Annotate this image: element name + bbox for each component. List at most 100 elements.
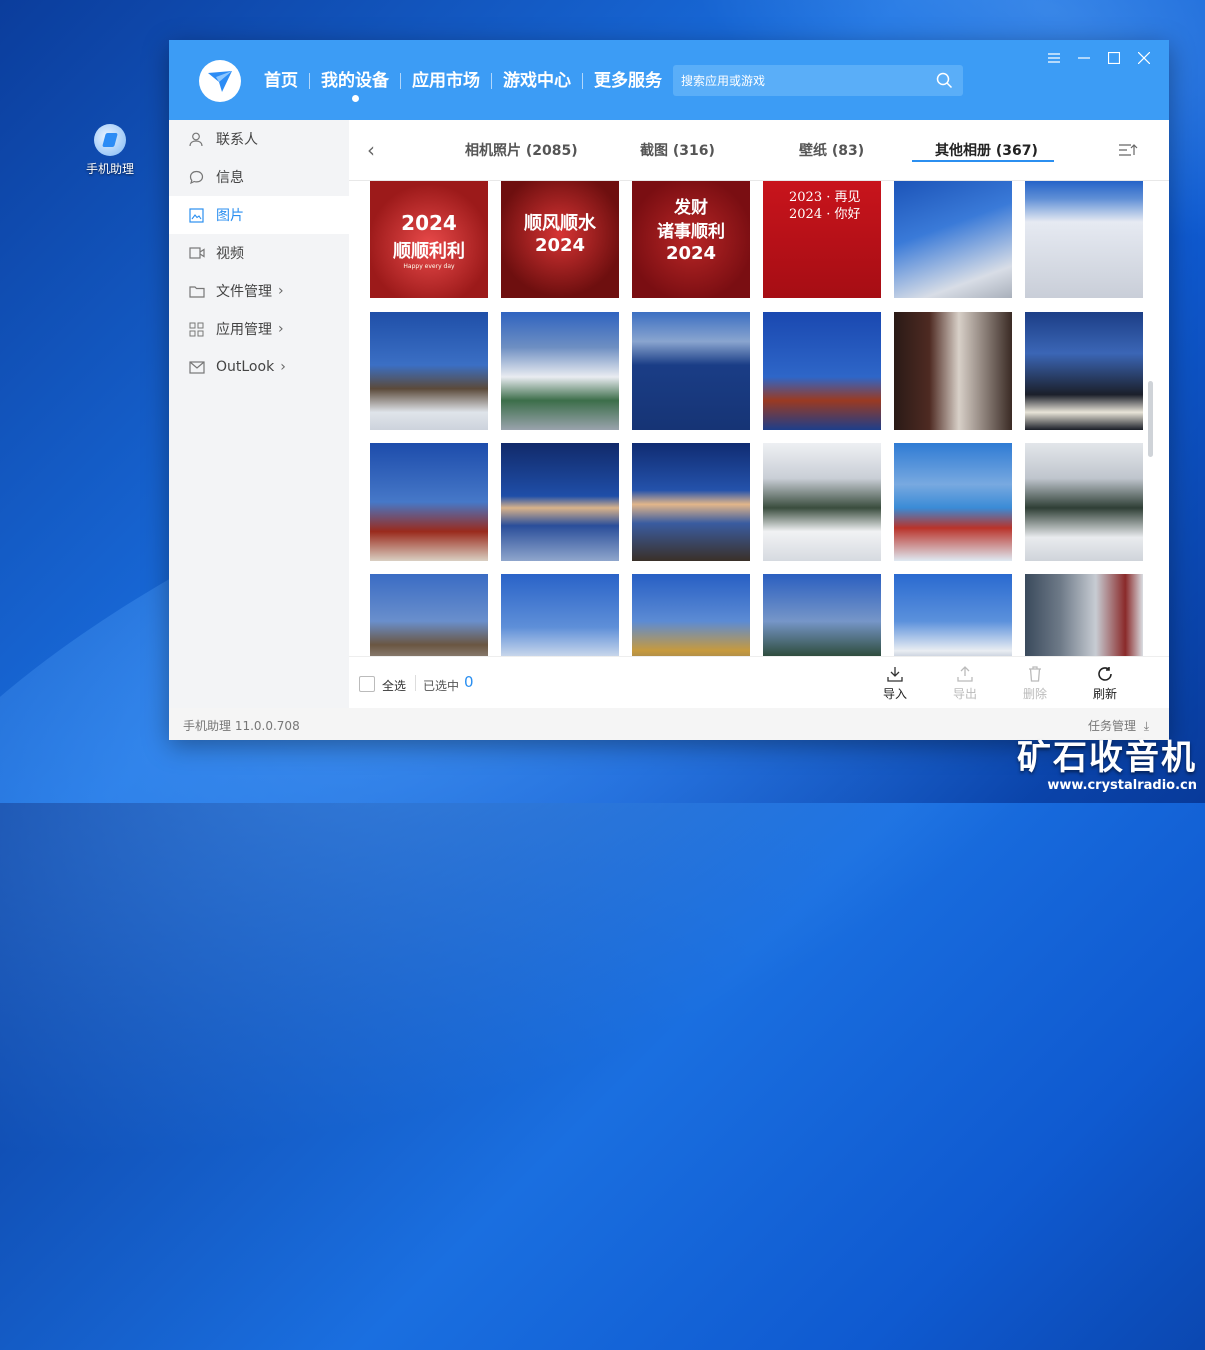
- photo-grid: 2024 顺顺利利 Happy every day 顺风顺水 2024 发财 诸…: [349, 181, 1157, 656]
- minimize-icon[interactable]: [1069, 50, 1099, 66]
- photo-thumbnail[interactable]: [501, 312, 619, 430]
- sidebar-item-file-management[interactable]: 文件管理 ›: [169, 272, 349, 310]
- photo-thumbnail[interactable]: [632, 312, 750, 430]
- task-manager-label: 任务管理: [1088, 719, 1137, 733]
- sidebar-item-label: 应用管理: [216, 322, 272, 338]
- sidebar-item-messages[interactable]: 信息: [169, 158, 349, 196]
- chevron-right-icon: ›: [278, 321, 284, 337]
- window-controls: [1039, 50, 1159, 66]
- divider: [415, 675, 416, 691]
- photo-thumbnail[interactable]: [1025, 443, 1143, 561]
- sidebar-item-contacts[interactable]: 联系人: [169, 120, 349, 158]
- tab-screenshots[interactable]: 截图 (316): [640, 140, 715, 160]
- watermark-name: 矿石收音机: [1017, 738, 1197, 778]
- photo-thumbnail[interactable]: 顺风顺水 2024: [501, 181, 619, 298]
- photo-thumbnail[interactable]: 发财 诸事顺利 2024: [632, 181, 750, 298]
- apps-icon: [189, 321, 205, 337]
- photo-caption: 2024: [401, 211, 457, 235]
- photo-thumbnail[interactable]: [632, 574, 750, 656]
- selected-label: 已选中: [423, 679, 460, 693]
- select-all-label[interactable]: 全选: [382, 677, 406, 694]
- export-button[interactable]: 导出: [945, 665, 985, 702]
- selected-count: 0: [464, 673, 474, 691]
- nav-home[interactable]: 首页: [253, 68, 309, 94]
- task-manager-link[interactable]: 任务管理 ⤓: [1088, 717, 1149, 734]
- top-nav: 首页 我的设备 应用市场 游戏中心 更多服务: [253, 68, 674, 102]
- photo-thumbnail[interactable]: [1025, 574, 1143, 656]
- sidebar-item-label: 视频: [216, 246, 244, 262]
- menu-icon[interactable]: [1039, 50, 1069, 66]
- video-icon: [189, 245, 205, 261]
- photo-thumbnail[interactable]: [370, 574, 488, 656]
- bottom-toolbar: 全选 已选中 0 导入 导出 删除 刷新: [349, 656, 1169, 709]
- desktop-icon-label: 手机助理: [85, 162, 134, 176]
- sidebar-item-pictures[interactable]: 图片: [169, 196, 349, 234]
- tab-camera-photos[interactable]: 相机照片 (2085): [465, 140, 578, 160]
- select-all-checkbox[interactable]: [359, 676, 375, 692]
- import-button[interactable]: 导入: [875, 665, 915, 702]
- sidebar-item-label: 联系人: [216, 132, 258, 148]
- nav-game-center[interactable]: 游戏中心: [492, 68, 582, 94]
- refresh-button[interactable]: 刷新: [1085, 665, 1125, 702]
- refresh-icon: [1085, 665, 1125, 683]
- import-label: 导入: [882, 687, 907, 701]
- search-input[interactable]: 搜索应用或游戏: [673, 65, 963, 96]
- photo-thumbnail[interactable]: 2023 · 再见 2024 · 你好: [763, 181, 881, 298]
- download-icon: [875, 665, 915, 683]
- close-icon[interactable]: [1129, 50, 1159, 66]
- photo-thumbnail[interactable]: [894, 574, 1012, 656]
- download-icon: ⤓: [1139, 719, 1149, 733]
- mail-icon: [189, 359, 205, 375]
- sidebar-item-label: OutLook: [216, 359, 275, 375]
- sidebar-item-label: 信息: [216, 170, 244, 186]
- person-icon: [189, 131, 205, 147]
- delete-label: 删除: [1022, 687, 1047, 701]
- sidebar-item-videos[interactable]: 视频: [169, 234, 349, 272]
- phone-assistant-icon: [94, 124, 126, 156]
- active-tab-indicator: [912, 160, 1054, 162]
- photo-thumbnail[interactable]: 2024 顺顺利利 Happy every day: [370, 181, 488, 298]
- nav-app-market[interactable]: 应用市场: [401, 68, 491, 94]
- photo-thumbnail[interactable]: [501, 443, 619, 561]
- status-bar: 手机助理 11.0.0.708 任务管理 ⤓: [169, 708, 1169, 740]
- photo-thumbnail[interactable]: [370, 443, 488, 561]
- delete-button[interactable]: 删除: [1015, 665, 1055, 702]
- sidebar-item-app-management[interactable]: 应用管理 ›: [169, 310, 349, 348]
- photo-caption: 顺顺利利: [393, 241, 465, 262]
- chat-icon: [189, 169, 205, 185]
- photo-thumbnail[interactable]: [1025, 181, 1143, 298]
- photo-thumbnail[interactable]: [501, 574, 619, 656]
- photo-thumbnail[interactable]: [894, 181, 1012, 298]
- tab-other-albums[interactable]: 其他相册 (367): [935, 140, 1038, 160]
- photo-thumbnail[interactable]: [894, 443, 1012, 561]
- header: 首页 我的设备 应用市场 游戏中心 更多服务 搜索应用或游戏: [169, 40, 1169, 120]
- scrollbar-thumb[interactable]: [1148, 381, 1153, 457]
- photo-thumbnail[interactable]: [370, 312, 488, 430]
- photo-caption: 2024 · 你好: [789, 207, 861, 222]
- app-version: 手机助理 11.0.0.708: [183, 719, 300, 733]
- photo-thumbnail[interactable]: [894, 312, 1012, 430]
- sidebar-item-outlook[interactable]: OutLook ›: [169, 348, 349, 386]
- nav-more-services[interactable]: 更多服务: [583, 68, 673, 94]
- image-icon: [189, 207, 205, 223]
- back-arrow-icon[interactable]: ‹: [367, 138, 375, 162]
- search-icon[interactable]: [936, 72, 953, 93]
- tab-wallpapers[interactable]: 壁纸 (83): [799, 140, 864, 160]
- photo-thumbnail[interactable]: [632, 443, 750, 561]
- watermark-url: www.crystalradio.cn: [1047, 778, 1197, 793]
- photo-thumbnail[interactable]: [763, 443, 881, 561]
- sort-icon[interactable]: [1119, 142, 1139, 161]
- maximize-icon[interactable]: [1099, 50, 1129, 66]
- refresh-label: 刷新: [1092, 687, 1117, 701]
- photo-thumbnail[interactable]: [763, 574, 881, 656]
- app-logo-icon: [199, 60, 241, 102]
- desktop-icon-phone-assistant[interactable]: 手机助理: [82, 124, 138, 177]
- album-tabs: ‹ 相机照片 (2085) 截图 (316) 壁纸 (83) 其他相册 (367…: [349, 120, 1169, 181]
- chevron-right-icon: ›: [278, 283, 284, 299]
- photo-thumbnail[interactable]: [763, 312, 881, 430]
- sidebar-item-label: 图片: [216, 208, 244, 224]
- photo-thumbnail[interactable]: [1025, 312, 1143, 430]
- sidebar: 联系人 信息 图片 视频 文件管理 › 应用管理 › OutLook ›: [169, 120, 349, 708]
- nav-my-device[interactable]: 我的设备: [310, 68, 400, 102]
- chevron-right-icon: ›: [280, 359, 286, 375]
